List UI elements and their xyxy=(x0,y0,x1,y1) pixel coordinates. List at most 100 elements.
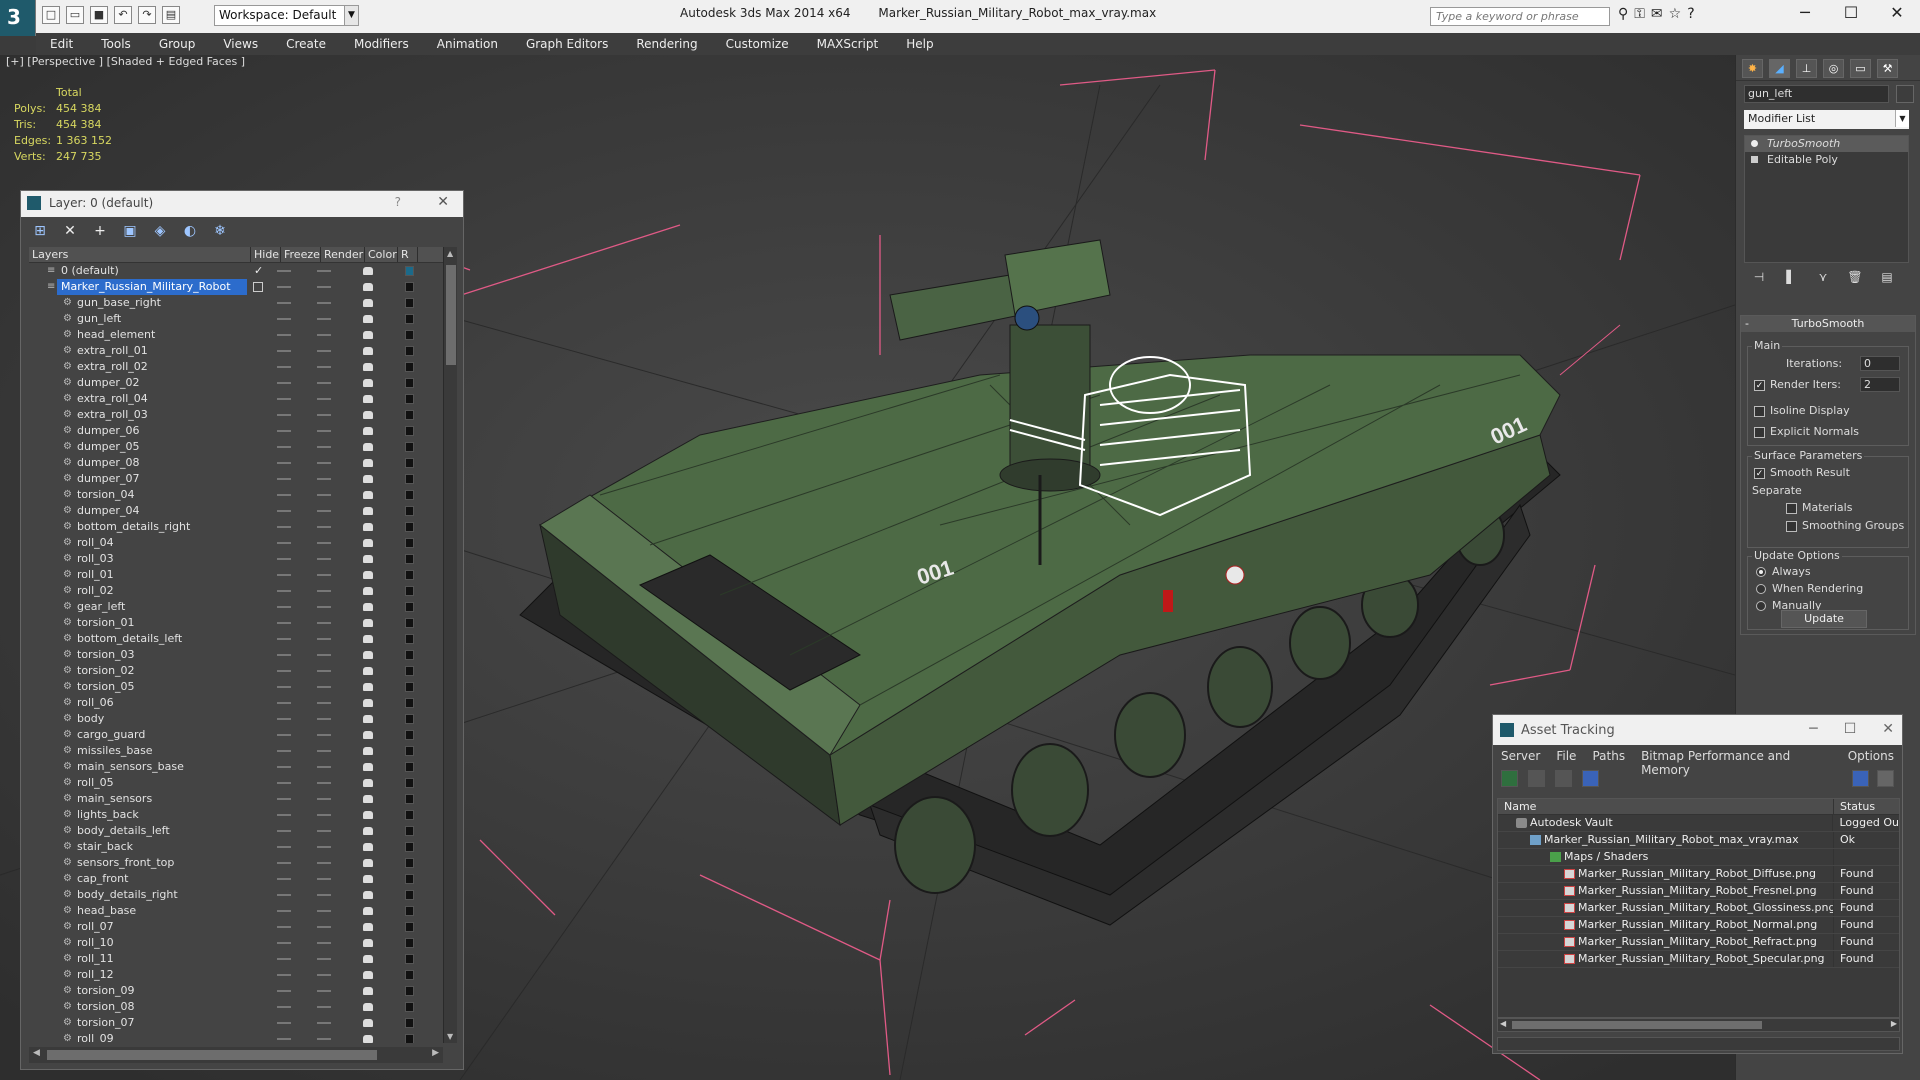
open-file-icon[interactable]: ▭ xyxy=(66,6,84,24)
hide-toggle[interactable] xyxy=(277,638,291,640)
freeze-toggle[interactable] xyxy=(317,830,331,832)
object-color-swatch[interactable] xyxy=(405,730,414,740)
hide-toggle[interactable] xyxy=(277,718,291,720)
object-row[interactable]: ⚙ extra_roll_03 xyxy=(29,407,444,423)
freeze-toggle[interactable] xyxy=(317,638,331,640)
render-teapot-icon[interactable] xyxy=(363,715,373,723)
render-teapot-icon[interactable] xyxy=(363,971,373,979)
stack-item-editable-poly[interactable]: Editable Poly xyxy=(1745,152,1908,168)
object-color-swatch[interactable] xyxy=(405,586,414,596)
help-icon[interactable] xyxy=(1852,770,1869,787)
object-color-swatch[interactable] xyxy=(405,650,414,660)
hide-toggle[interactable] xyxy=(277,910,291,912)
save-file-icon[interactable]: ■ xyxy=(90,6,108,24)
render-teapot-icon[interactable] xyxy=(363,603,373,611)
freeze-toggle[interactable] xyxy=(317,302,331,304)
object-color-swatch[interactable] xyxy=(405,362,414,372)
render-teapot-icon[interactable] xyxy=(363,267,373,275)
layer-color-swatch[interactable] xyxy=(405,282,414,292)
asset-row[interactable]: Marker_Russian_Military_Robot_max_vray.m… xyxy=(1498,832,1899,849)
close-icon[interactable]: ✕ xyxy=(1882,721,1894,737)
refresh-icon[interactable] xyxy=(1501,770,1518,787)
hide-toggle[interactable] xyxy=(277,654,291,656)
hide-toggle[interactable] xyxy=(277,478,291,480)
freeze-all-icon[interactable]: ❄ xyxy=(211,222,229,240)
scroll-left-icon[interactable]: ◀ xyxy=(33,1048,40,1058)
object-row[interactable]: ⚙ torsion_04 xyxy=(29,487,444,503)
object-color-swatch[interactable] xyxy=(405,986,414,996)
object-color-swatch[interactable] xyxy=(405,826,414,836)
configure-modifier-sets-icon[interactable]: ▤ xyxy=(1878,270,1896,286)
undo-icon[interactable]: ↶ xyxy=(114,6,132,24)
expand-icon[interactable] xyxy=(1751,156,1758,163)
column-freeze[interactable]: Freeze xyxy=(281,247,321,262)
object-color-swatch[interactable] xyxy=(405,474,414,484)
freeze-toggle[interactable] xyxy=(317,1006,331,1008)
object-row[interactable]: ⚙ body xyxy=(29,711,444,727)
freeze-toggle[interactable] xyxy=(317,334,331,336)
hide-toggle[interactable] xyxy=(277,414,291,416)
table-view-icon[interactable] xyxy=(1582,770,1599,787)
hide-toggle[interactable] xyxy=(277,734,291,736)
asset-path-field[interactable] xyxy=(1497,1037,1900,1051)
render-teapot-icon[interactable] xyxy=(363,843,373,851)
object-color-swatch[interactable] xyxy=(405,314,414,324)
object-row[interactable]: ⚙ body_details_left xyxy=(29,823,444,839)
set-current-checkbox[interactable] xyxy=(253,282,263,292)
hide-toggle[interactable] xyxy=(277,366,291,368)
freeze-toggle[interactable] xyxy=(317,718,331,720)
hide-toggle[interactable] xyxy=(277,446,291,448)
select-objects-icon[interactable]: ▣ xyxy=(121,222,139,240)
object-row[interactable]: ⚙ torsion_02 xyxy=(29,663,444,679)
minimize-icon[interactable]: ─ xyxy=(1809,721,1817,737)
freeze-toggle[interactable] xyxy=(317,846,331,848)
object-row[interactable]: ⚙ roll_03 xyxy=(29,551,444,567)
freeze-toggle[interactable] xyxy=(317,686,331,688)
materials-checkbox[interactable] xyxy=(1786,503,1797,514)
help-button[interactable]: ? xyxy=(395,195,401,209)
object-row[interactable]: ⚙ torsion_08 xyxy=(29,999,444,1015)
object-color-swatch[interactable] xyxy=(405,842,414,852)
render-teapot-icon[interactable] xyxy=(363,667,373,675)
new-file-icon[interactable]: □ xyxy=(42,6,60,24)
subscription-icon[interactable]: ⚿ xyxy=(1634,6,1645,22)
favorites-star-icon[interactable]: ☆ xyxy=(1669,6,1682,22)
column-radiosity[interactable]: R xyxy=(398,247,418,262)
hide-toggle[interactable] xyxy=(277,622,291,624)
object-color-swatch[interactable] xyxy=(405,458,414,468)
object-color-swatch[interactable] xyxy=(405,906,414,916)
hide-toggle[interactable] xyxy=(277,1006,291,1008)
object-color-swatch[interactable] xyxy=(405,1018,414,1028)
freeze-toggle[interactable] xyxy=(317,478,331,480)
object-color-swatch[interactable] xyxy=(405,762,414,772)
freeze-toggle[interactable] xyxy=(317,414,331,416)
hide-toggle[interactable] xyxy=(277,830,291,832)
stack-item-turbosmooth[interactable]: TurboSmooth xyxy=(1745,136,1908,152)
render-teapot-icon[interactable] xyxy=(363,683,373,691)
freeze-toggle[interactable] xyxy=(317,910,331,912)
hide-toggle[interactable] xyxy=(277,686,291,688)
asset-row[interactable]: Maps / Shaders xyxy=(1498,849,1899,866)
freeze-toggle[interactable] xyxy=(317,286,331,288)
asset-table-horizontal-scrollbar[interactable]: ◀ ▶ xyxy=(1497,1018,1900,1032)
motion-tab-icon[interactable]: ◎ xyxy=(1823,59,1844,78)
when-rendering-radio[interactable] xyxy=(1756,584,1766,594)
object-color-swatch[interactable] xyxy=(405,858,414,868)
object-row[interactable]: ⚙ roll_09 xyxy=(29,1031,444,1043)
object-color-swatch[interactable] xyxy=(405,506,414,516)
hide-toggle[interactable] xyxy=(277,958,291,960)
render-teapot-icon[interactable] xyxy=(363,811,373,819)
render-teapot-icon[interactable] xyxy=(363,331,373,339)
render-teapot-icon[interactable] xyxy=(363,699,373,707)
render-iters-checkbox[interactable]: ✓ xyxy=(1754,380,1765,391)
add-to-layer-icon[interactable]: + xyxy=(91,222,109,240)
hide-toggle[interactable] xyxy=(277,286,291,288)
render-teapot-icon[interactable] xyxy=(363,363,373,371)
freeze-toggle[interactable] xyxy=(317,702,331,704)
freeze-toggle[interactable] xyxy=(317,510,331,512)
render-teapot-icon[interactable] xyxy=(363,427,373,435)
object-color-swatch[interactable] xyxy=(405,874,414,884)
freeze-toggle[interactable] xyxy=(317,526,331,528)
object-color-swatch[interactable] xyxy=(405,618,414,628)
hide-toggle[interactable] xyxy=(277,990,291,992)
